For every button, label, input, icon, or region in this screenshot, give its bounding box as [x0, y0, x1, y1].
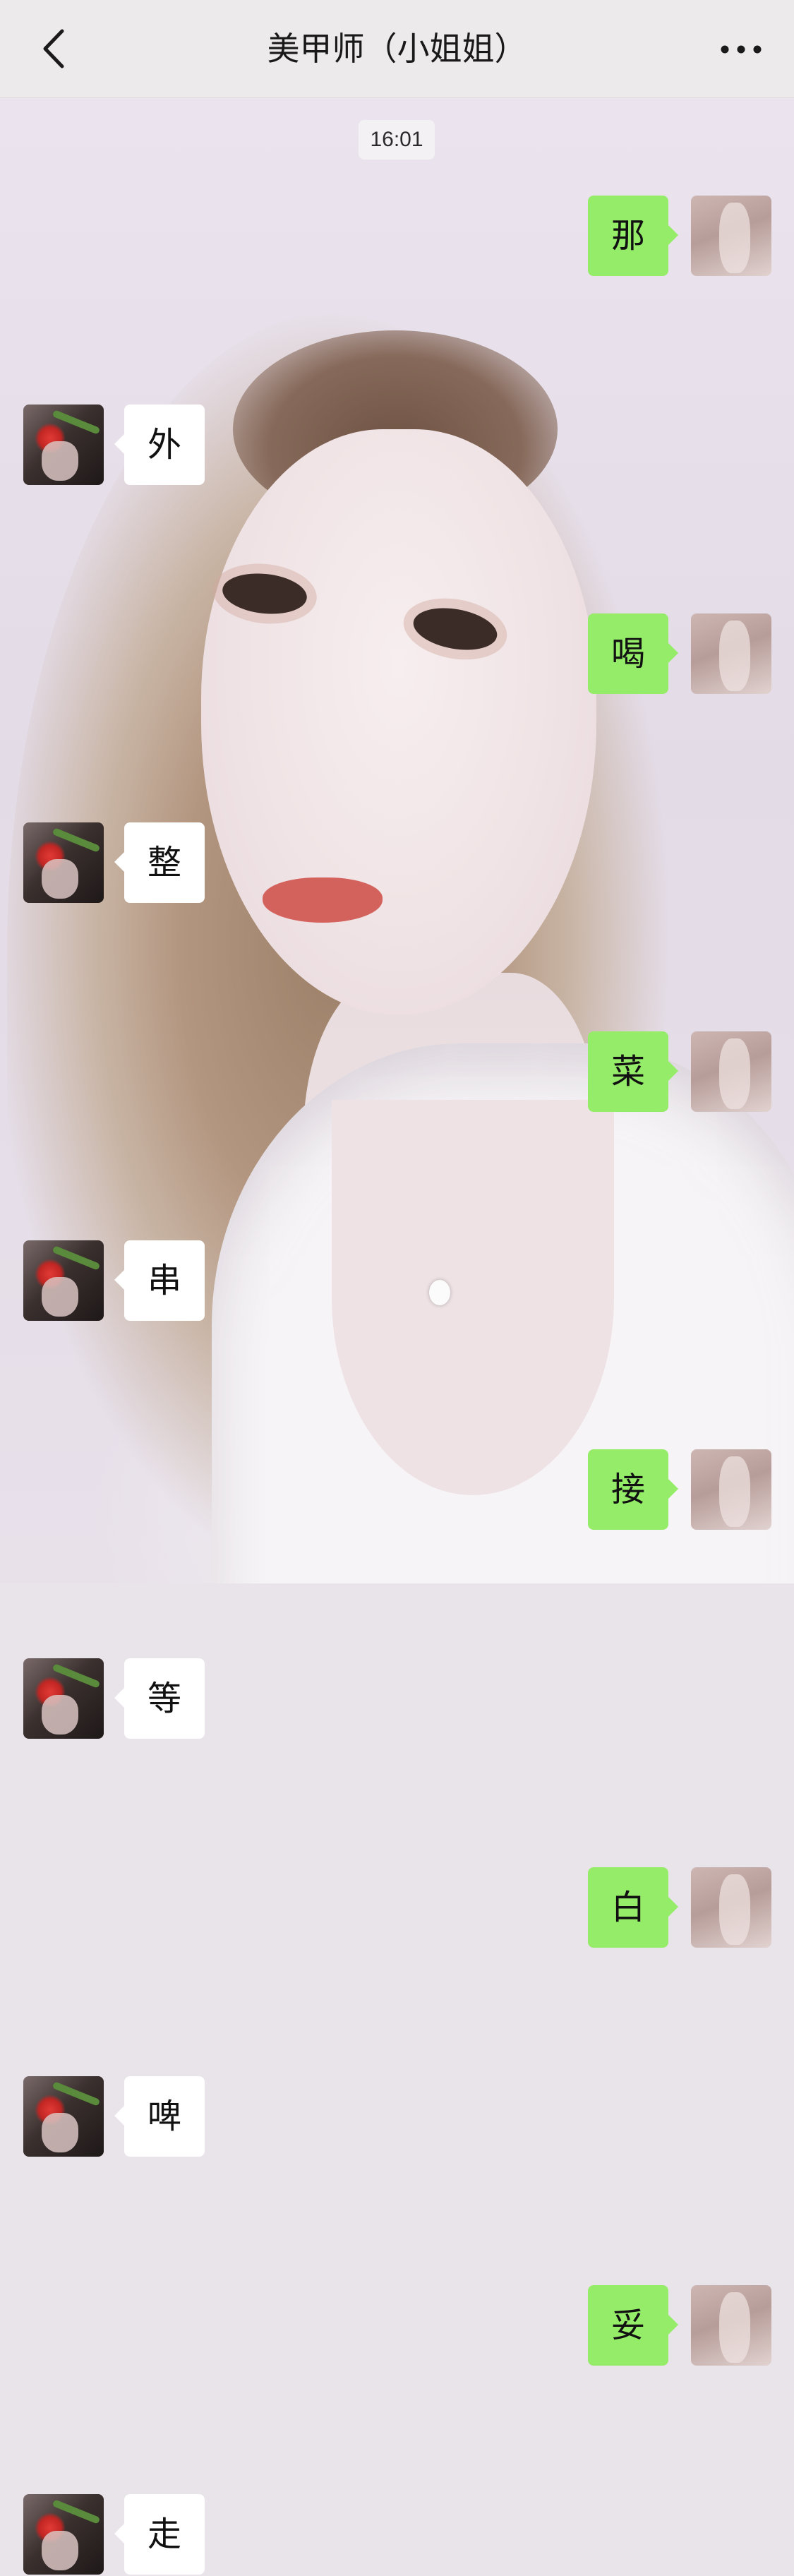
my-avatar[interactable] [691, 613, 771, 694]
message-row: 外 [23, 405, 207, 486]
wallpaper-face [201, 429, 596, 1015]
message-row: 妥 [588, 2285, 771, 2367]
wallpaper-pendant [429, 1280, 450, 1305]
message-row: 白 [588, 1867, 771, 1949]
message-row: 那 [588, 196, 771, 277]
message-timestamp: 16:01 [359, 120, 435, 160]
my-avatar[interactable] [691, 1449, 771, 1530]
received-message-bubble[interactable]: 啤 [114, 2076, 205, 2157]
wallpaper-lips [263, 877, 383, 923]
message-row: 整 [23, 822, 207, 904]
wallpaper-chest [332, 1100, 614, 1495]
more-horizontal-icon [721, 45, 762, 54]
received-message-bubble[interactable]: 等 [114, 1658, 205, 1739]
message-row: 喝 [588, 613, 771, 695]
my-avatar[interactable] [691, 196, 771, 276]
received-message-bubble[interactable]: 串 [114, 1240, 205, 1321]
contact-avatar[interactable] [23, 1240, 104, 1321]
my-avatar[interactable] [691, 1031, 771, 1112]
back-button[interactable] [31, 24, 80, 73]
message-row: 等 [23, 1658, 207, 1740]
my-avatar[interactable] [691, 1867, 771, 1948]
contact-avatar[interactable] [23, 822, 104, 903]
sent-message-bubble[interactable]: 妥 [588, 2285, 678, 2366]
contact-avatar[interactable] [23, 2494, 104, 2575]
chevron-left-icon [43, 29, 64, 68]
received-message-bubble[interactable]: 走 [114, 2494, 205, 2575]
message-row: 走 [23, 2494, 207, 2576]
received-message-bubble[interactable]: 整 [114, 822, 205, 903]
message-row: 接 [588, 1449, 771, 1531]
message-row: 串 [23, 1240, 207, 1322]
sent-message-bubble[interactable]: 菜 [588, 1031, 678, 1112]
sent-message-bubble[interactable]: 接 [588, 1449, 678, 1530]
sent-message-bubble[interactable]: 白 [588, 1867, 678, 1948]
contact-avatar[interactable] [23, 405, 104, 485]
chat-title: 美甲师（小姐姐） [267, 30, 527, 68]
contact-avatar[interactable] [23, 2076, 104, 2157]
message-row: 菜 [588, 1031, 771, 1113]
sent-message-bubble[interactable]: 喝 [588, 613, 678, 694]
sent-message-bubble[interactable]: 那 [588, 196, 678, 276]
received-message-bubble[interactable]: 外 [114, 405, 205, 485]
message-row: 啤 [23, 2076, 207, 2158]
chat-navbar: 美甲师（小姐姐） [0, 0, 794, 98]
my-avatar[interactable] [691, 2285, 771, 2366]
contact-avatar[interactable] [23, 1658, 104, 1739]
more-options-button[interactable] [716, 28, 766, 71]
